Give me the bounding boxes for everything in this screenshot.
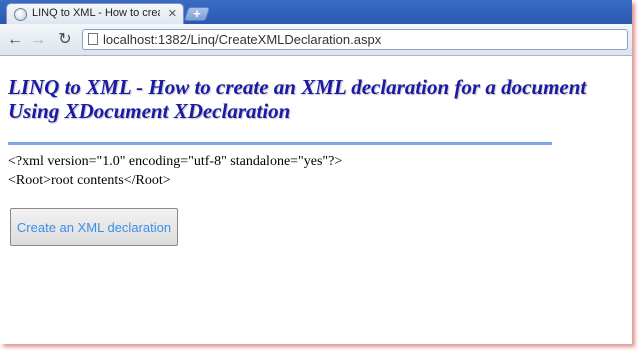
plus-icon: + xyxy=(193,6,201,21)
back-arrow-icon[interactable]: ← xyxy=(5,30,25,50)
browser-toolbar: ← → ↻ localhost:1382/Linq/CreateXMLDecla… xyxy=(0,24,632,56)
divider xyxy=(8,142,552,145)
new-tab-button[interactable]: + xyxy=(183,6,211,21)
page-title-line-2: Using XDocument XDeclaration xyxy=(8,99,291,123)
globe-icon xyxy=(14,8,27,21)
page-title-line-1: LINQ to XML - How to create an XML decla… xyxy=(8,75,587,99)
xml-root-line: <Root>root contents</Root> xyxy=(8,173,171,188)
tab-title: LINQ to XML - How to creat xyxy=(32,7,160,19)
tab-active[interactable]: LINQ to XML - How to creat ✕ xyxy=(6,3,184,24)
reload-icon[interactable]: ↻ xyxy=(55,30,75,50)
page-content: LINQ to XML - How to create an XML decla… xyxy=(0,56,632,344)
page-title: LINQ to XML - How to create an XML decla… xyxy=(8,75,608,123)
tab-strip: LINQ to XML - How to creat ✕ + xyxy=(0,0,632,24)
url-text[interactable]: localhost:1382/Linq/CreateXMLDeclaration… xyxy=(103,32,381,47)
page-icon xyxy=(88,33,98,45)
xml-declaration-line: <?xml version="1.0" encoding="utf-8" sta… xyxy=(8,154,343,169)
close-icon[interactable]: ✕ xyxy=(168,7,177,20)
address-bar[interactable]: localhost:1382/Linq/CreateXMLDeclaration… xyxy=(82,29,628,50)
forward-arrow-icon[interactable]: → xyxy=(28,30,48,50)
browser-window: LINQ to XML - How to creat ✕ + ← → ↻ loc… xyxy=(0,0,632,344)
create-xml-declaration-button[interactable]: Create an XML declaration xyxy=(10,208,178,246)
